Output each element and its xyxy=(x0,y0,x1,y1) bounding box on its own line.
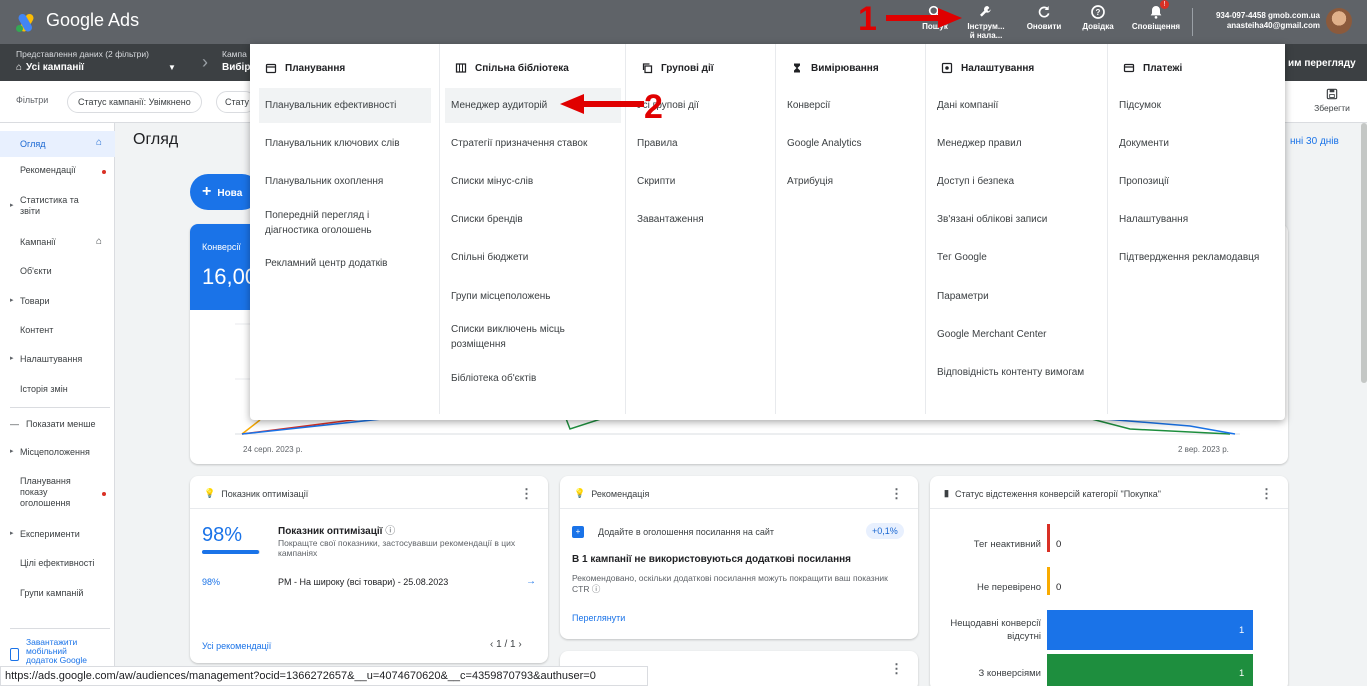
annotation-arrowhead-1 xyxy=(938,8,962,28)
annotation-arrowhead-2 xyxy=(560,94,584,114)
browser-status-url: https://ads.google.com/aw/audiences/mana… xyxy=(0,666,648,686)
annotation-number-1: 1 xyxy=(858,0,877,38)
annotation-overlay xyxy=(560,8,962,114)
annotation-number-2: 2 xyxy=(644,88,663,126)
